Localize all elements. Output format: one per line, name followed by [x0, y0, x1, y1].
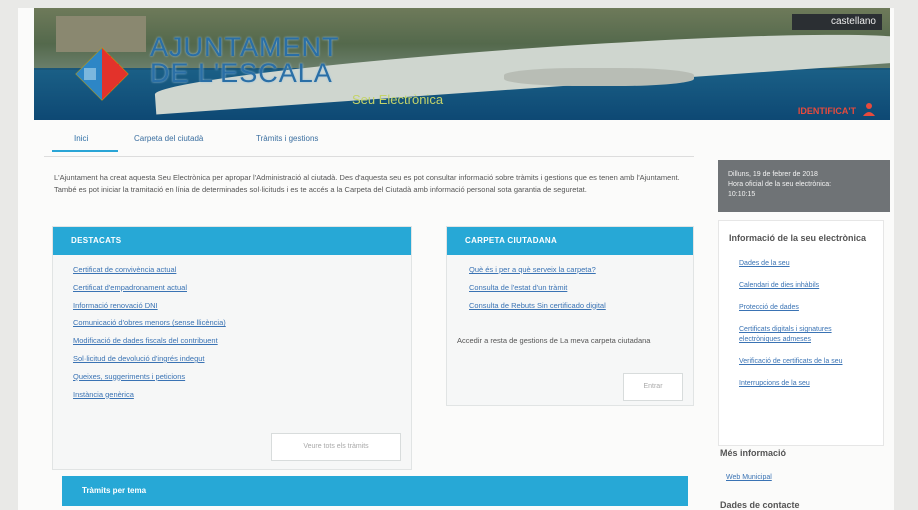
seu-info-list: Dades de la seu Calendari de dies inhàbi…: [719, 245, 883, 389]
destacats-link[interactable]: Informació renovació DNI: [73, 301, 411, 310]
official-time-label: Hora oficial de la seu electrònica:: [728, 181, 832, 188]
carpeta-link[interactable]: Què és i per a què serveix la carpeta?: [469, 265, 693, 274]
destacats-list: Certificat de convivència actual Certifi…: [53, 255, 411, 399]
tab-tramits[interactable]: Tràmits i gestions: [256, 134, 318, 143]
seu-info-title: Informació de la seu electrònica: [729, 233, 867, 243]
carpeta-title: CARPETA CIUTADANA: [447, 227, 693, 255]
destacats-link[interactable]: Queixes, suggeriments i peticions: [73, 372, 411, 381]
identify-link[interactable]: IDENTIFICA'T: [798, 106, 856, 116]
intro-text: L'Ajuntament ha creat aquesta Seu Electr…: [54, 173, 680, 194]
carpeta-list: Què és i per a què serveix la carpeta? C…: [447, 255, 693, 310]
tab-carpeta[interactable]: Carpeta del ciutadà: [134, 134, 203, 143]
destacats-title: DESTACATS: [53, 227, 411, 255]
destacats-link[interactable]: Certificat de convivència actual: [73, 265, 411, 274]
destacats-link[interactable]: Modificació de dades fiscals del contrib…: [73, 336, 411, 345]
carpeta-panel: CARPETA CIUTADANA Què és i per a què ser…: [446, 226, 694, 406]
destacats-link[interactable]: Certificat d'empadronament actual: [73, 283, 411, 292]
destacats-panel: DESTACATS Certificat de convivència actu…: [52, 226, 412, 470]
town-shield-logo[interactable]: [74, 46, 130, 102]
carpeta-link[interactable]: Consulta de l'estat d'un tràmit: [469, 283, 693, 292]
seu-info-link[interactable]: Protecció de dades: [739, 303, 859, 313]
tramits-per-tema-header[interactable]: Tràmits per tema: [62, 476, 688, 506]
site-subtitle: Seu Electrònica: [352, 92, 444, 107]
more-info-title: Més informació: [720, 448, 787, 458]
carpeta-text: Accedir a resta de gestions de La meva c…: [457, 336, 651, 345]
site-title-line2: DE L'ESCALA: [150, 58, 333, 88]
seu-info-link[interactable]: Verificació de certificats de la seu: [739, 357, 859, 367]
destacats-link[interactable]: Sol·licitud de devolució d'ingrés indegu…: [73, 354, 411, 363]
seu-info-link[interactable]: Calendari de dies inhàbils: [739, 281, 859, 291]
enter-button[interactable]: Entrar: [623, 373, 683, 401]
web-municipal-link[interactable]: Web Municipal: [726, 474, 772, 481]
main-tabs: Inici Carpeta del ciutadà Tràmits i gest…: [44, 126, 694, 157]
seu-info-link[interactable]: Interrupcions de la seu: [739, 379, 859, 389]
seu-info-link[interactable]: Certificats digitals i signatures electr…: [739, 325, 859, 345]
page: castellano AJUNTAMENT DE L'ESCALA Seu El…: [18, 8, 894, 510]
destacats-link[interactable]: Instància genèrica: [73, 390, 411, 399]
official-time: 10:10:15: [728, 191, 756, 198]
tab-inici[interactable]: Inici: [51, 134, 119, 152]
header-banner: castellano AJUNTAMENT DE L'ESCALA Seu El…: [34, 8, 890, 120]
view-all-tramits-button[interactable]: Veure tots els tràmits: [271, 433, 401, 461]
language-link[interactable]: castellano: [792, 14, 882, 30]
date-box: Dilluns, 19 de febrer de 2018 Hora ofici…: [718, 160, 890, 212]
date-text: Dilluns, 19 de febrer de 2018: [728, 171, 818, 178]
contact-title: Dades de contacte: [720, 500, 800, 510]
user-icon[interactable]: [862, 102, 876, 116]
seu-info-box: Informació de la seu electrònica Dades d…: [718, 220, 884, 446]
seu-info-link[interactable]: Dades de la seu: [739, 259, 859, 269]
carpeta-link[interactable]: Consulta de Rebuts Sin certificado digit…: [469, 301, 693, 310]
destacats-link[interactable]: Comunicació d'obres menors (sense llicèn…: [73, 318, 411, 327]
